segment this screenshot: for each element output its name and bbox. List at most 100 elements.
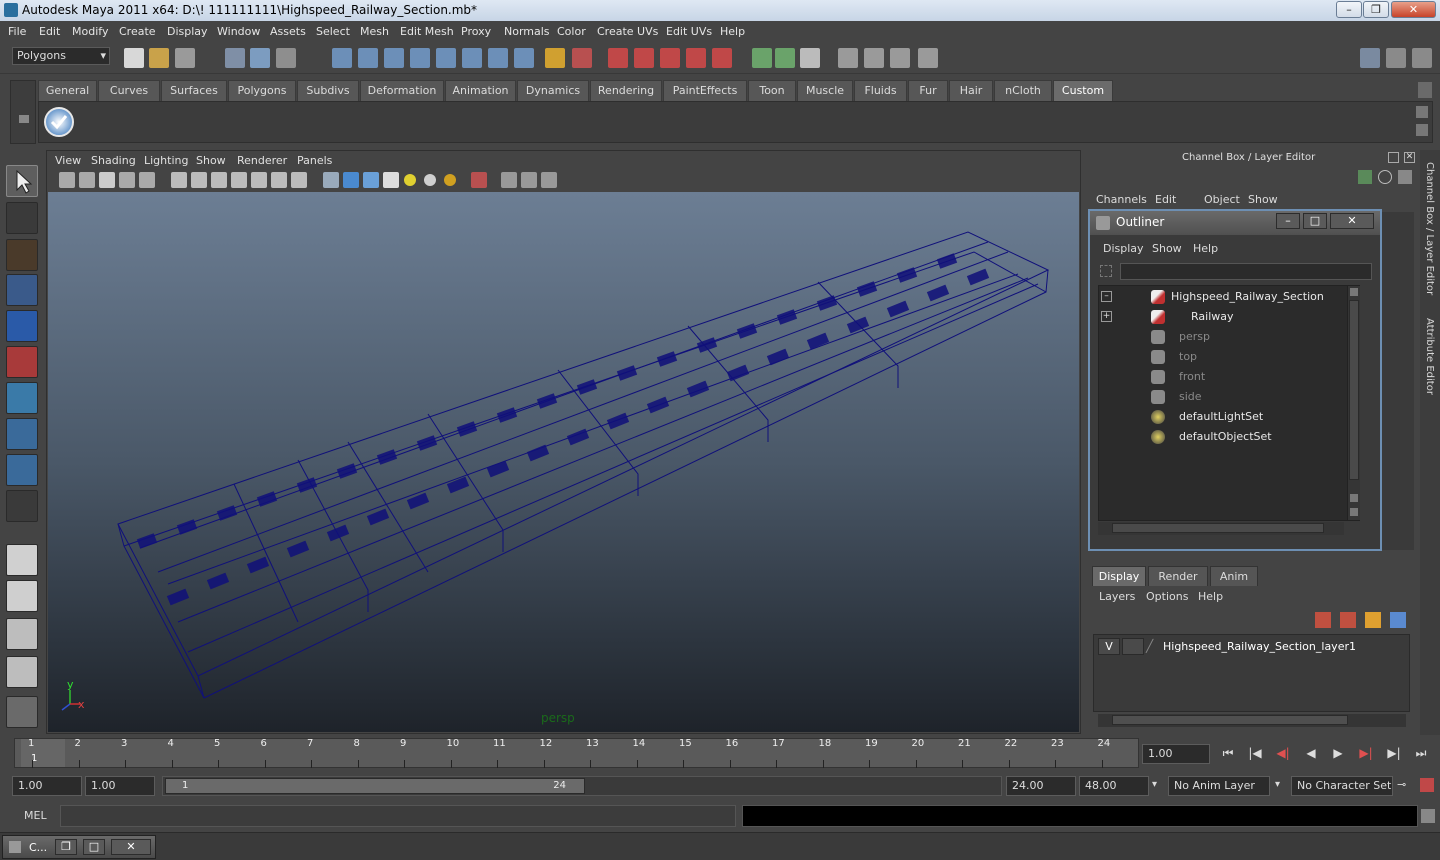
outliner-item-defaultobjectset[interactable]: defaultObjectSet	[1179, 430, 1272, 443]
layer-tab-render[interactable]: Render	[1148, 566, 1208, 586]
menu-color[interactable]: Color	[557, 25, 586, 38]
tab-animation[interactable]: Animation	[445, 80, 516, 101]
layer-name[interactable]: Highspeed_Railway_Section_layer1	[1163, 640, 1356, 653]
layer-visibility-toggle[interactable]: V	[1098, 638, 1120, 655]
tab-muscle[interactable]: Muscle	[797, 80, 853, 101]
smooth-shade-icon[interactable]	[191, 172, 207, 188]
start-time-field[interactable]: 1.00	[12, 776, 82, 796]
step-back-frame-button[interactable]: |◀	[1245, 746, 1265, 764]
snap-point-icon[interactable]	[384, 48, 404, 68]
selected-lights-icon[interactable]	[444, 174, 456, 186]
history-icon[interactable]	[488, 48, 508, 68]
close-panel-icon[interactable]: ✕	[1404, 152, 1415, 163]
go-to-start-button[interactable]: ⏮	[1218, 746, 1238, 764]
play-forwards-button[interactable]: ▶	[1328, 746, 1348, 764]
camera-icon[interactable]	[752, 48, 772, 68]
render-frame-icon[interactable]	[838, 48, 858, 68]
outliner-close-button[interactable]: ✕	[1330, 213, 1374, 229]
film-gate-icon[interactable]	[139, 172, 155, 188]
channels-menu-show[interactable]: Show	[1248, 193, 1278, 206]
textured-icon[interactable]	[251, 172, 267, 188]
collapse-toggle[interactable]: –	[1101, 291, 1112, 302]
scroll-down-icon[interactable]	[1350, 494, 1358, 502]
hypershade-icon[interactable]	[918, 48, 938, 68]
vertical-scroll-thumb[interactable]	[1349, 300, 1359, 480]
end-time-field[interactable]: 48.00	[1079, 776, 1149, 796]
open-scene-icon[interactable]	[149, 48, 169, 68]
maximize-window-button[interactable]: □	[83, 839, 105, 855]
menu-window[interactable]: Window	[217, 25, 260, 38]
tab-fur[interactable]: Fur	[908, 80, 948, 101]
text-icon[interactable]	[271, 172, 287, 188]
input-output-icon[interactable]	[608, 48, 628, 68]
checker-icon[interactable]	[291, 172, 307, 188]
channels-menu-object[interactable]: Object	[1204, 193, 1240, 206]
scroll-down-icon-2[interactable]	[1350, 508, 1358, 516]
snap-live-icon[interactable]	[462, 48, 482, 68]
snap-surface-icon[interactable]	[436, 48, 456, 68]
last-tool-icon[interactable]	[6, 490, 38, 522]
select-component-icon[interactable]	[276, 48, 296, 68]
menu-file[interactable]: File	[8, 25, 26, 38]
layer-horizontal-scrollbar[interactable]	[1098, 714, 1406, 727]
panel-menu-lighting[interactable]: Lighting	[144, 154, 188, 167]
clipboard-icon[interactable]	[800, 48, 820, 68]
select-hierarchy-icon[interactable]	[225, 48, 245, 68]
play-backwards-button[interactable]: ◀	[1301, 746, 1321, 764]
show-attribute-editor-icon[interactable]	[1360, 48, 1380, 68]
help-icon[interactable]	[514, 48, 534, 68]
layer-tab-anim[interactable]: Anim	[1210, 566, 1258, 586]
menu-create[interactable]: Create	[119, 25, 156, 38]
current-time-field[interactable]: 1.00	[1142, 744, 1210, 764]
tab-painteffects[interactable]: PaintEffects	[663, 80, 747, 101]
cube-shaded-icon[interactable]	[343, 172, 359, 188]
restore-button[interactable]: ❐	[55, 839, 77, 855]
select-object-icon[interactable]	[250, 48, 270, 68]
outliner-horizontal-scrollbar[interactable]	[1098, 522, 1344, 535]
construction-history-icon[interactable]	[634, 48, 654, 68]
share-icon[interactable]	[541, 172, 557, 188]
menu-proxy[interactable]: Proxy	[461, 25, 491, 38]
layers-menu-help[interactable]: Help	[1198, 590, 1223, 603]
character-set-dropdown[interactable]: No Character Set	[1291, 776, 1393, 796]
ipr-render-icon[interactable]	[686, 48, 706, 68]
outliner-menu-help[interactable]: Help	[1193, 242, 1218, 255]
outliner-title-bar[interactable]: Outliner – □ ✕	[1090, 211, 1380, 235]
single-perspective-layout-icon[interactable]	[6, 544, 38, 576]
snap-curve-icon[interactable]	[358, 48, 378, 68]
snap-grid-icon[interactable]	[332, 48, 352, 68]
menu-edit-uvs[interactable]: Edit UVs	[666, 25, 712, 38]
four-view-layout-icon[interactable]	[6, 580, 38, 612]
paint-select-tool-icon[interactable]	[6, 239, 38, 271]
tab-attribute-editor[interactable]: Attribute Editor	[1424, 318, 1435, 395]
rotate-tool-icon[interactable]	[6, 346, 38, 378]
new-layer-from-selected-icon[interactable]	[1390, 612, 1406, 628]
tab-subdivs[interactable]: Subdivs	[297, 80, 359, 101]
anim-layer-dropdown[interactable]: No Anim Layer	[1168, 776, 1270, 796]
command-language-label[interactable]: MEL	[24, 809, 47, 822]
cube-wire-icon[interactable]	[323, 172, 339, 188]
clapper-icon[interactable]	[864, 48, 884, 68]
default-light-icon[interactable]	[404, 174, 416, 186]
panel-menu-show[interactable]: Show	[196, 154, 226, 167]
scale-tool-icon[interactable]	[6, 382, 38, 414]
preferences-icon[interactable]	[1420, 778, 1434, 792]
tab-dynamics[interactable]: Dynamics	[517, 80, 589, 101]
shelf-scroll-down-icon[interactable]	[1416, 124, 1428, 136]
menu-assets[interactable]: Assets	[270, 25, 306, 38]
outliner-menu-display[interactable]: Display	[1103, 242, 1144, 255]
panel-menu-shading[interactable]: Shading	[91, 154, 136, 167]
move-layer-down-icon[interactable]	[1340, 612, 1356, 628]
menu-set-dropdown[interactable]: Polygons ▾	[12, 47, 110, 65]
lasso-tool-icon[interactable]	[6, 202, 38, 234]
persp-graph-layout-icon[interactable]	[6, 656, 38, 688]
lock-icon[interactable]	[545, 48, 565, 68]
speed-icon[interactable]	[1378, 170, 1392, 184]
tab-curves[interactable]: Curves	[98, 80, 160, 101]
menu-edit-mesh[interactable]: Edit Mesh	[400, 25, 454, 38]
frame-icon[interactable]	[521, 172, 537, 188]
outliner-item-railway[interactable]: Railway	[1191, 310, 1234, 323]
outliner-item-highspeed-railway-section[interactable]: Highspeed_Railway_Section	[1171, 290, 1324, 303]
menu-help[interactable]: Help	[720, 25, 745, 38]
layer-color-swatch-icon[interactable]: ╱	[1146, 639, 1153, 653]
